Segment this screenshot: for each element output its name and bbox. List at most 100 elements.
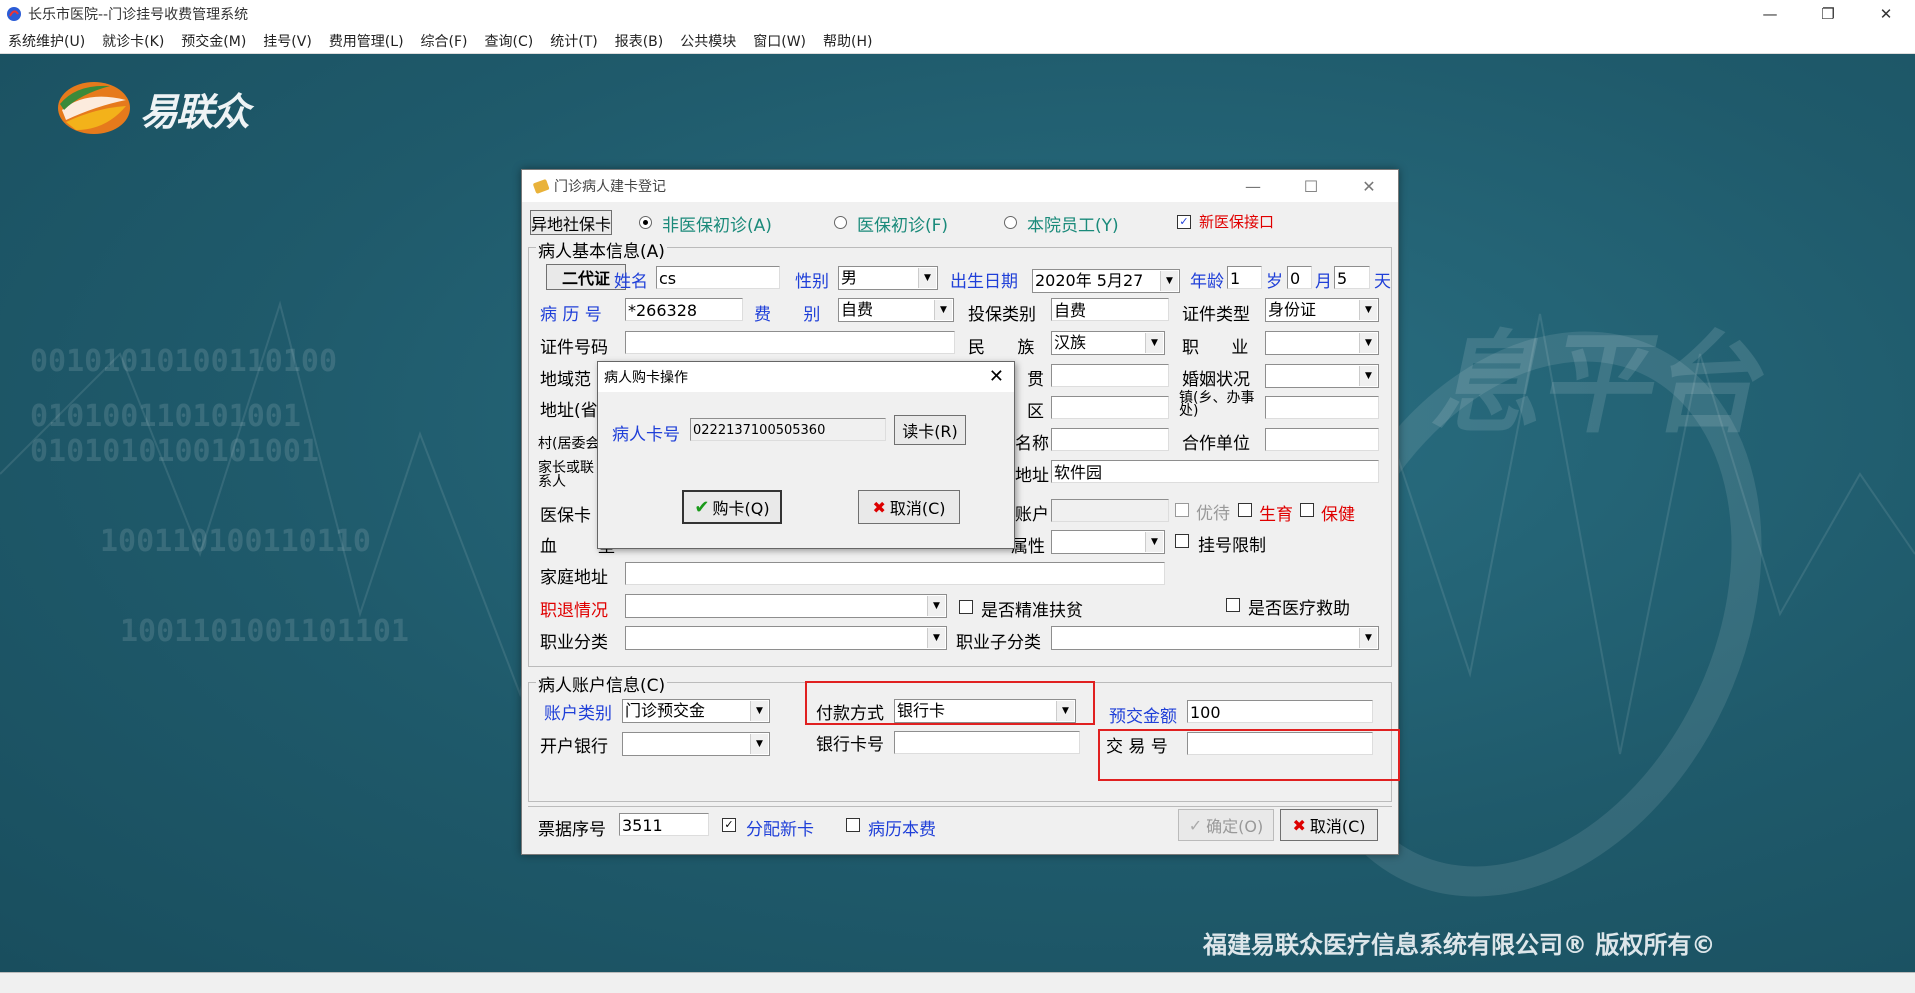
ins-type-input[interactable]: 自费 [1051,298,1169,321]
menu-report[interactable]: 报表(B) [607,31,673,51]
age-day-input[interactable]: 5 [1334,266,1370,289]
job-subclass-select[interactable]: ▼ [1051,626,1379,650]
bank-card-input[interactable] [894,731,1080,754]
buy-card-button[interactable]: ✔ 购卡(Q) [682,490,782,524]
menu-prepay[interactable]: 预交金(M) [173,31,255,51]
age-month-input[interactable]: 0 [1287,266,1312,289]
menu-general[interactable]: 综合(F) [413,31,477,51]
birth-checkbox[interactable] [1238,503,1252,517]
prepay-input[interactable]: 100 [1187,700,1373,723]
coop-label: 合作单位 [1182,434,1250,454]
bank-select[interactable]: ▼ [622,732,770,756]
district-input[interactable] [1051,396,1169,419]
menu-system[interactable]: 系统维护(U) [0,31,94,51]
chevron-down-icon: ▼ [1145,532,1163,552]
new-insurance-checkbox[interactable]: ✓ [1177,215,1191,229]
nation-select[interactable]: 汉族 ▼ [1051,331,1165,355]
fee-type-select[interactable]: 自费 ▼ [838,298,954,322]
account-type-select[interactable]: 门诊预交金 ▼ [622,699,770,723]
logo-text: 易联众 [140,91,250,134]
radio-staff-label: 本院员工(Y) [1027,216,1119,236]
name-input[interactable]: cs [656,266,780,289]
gender-select[interactable]: 男 ▼ [838,266,938,290]
radio-non-insured[interactable] [639,216,652,229]
card-no-input[interactable]: 0222137100505360 [690,418,886,441]
record-no-input[interactable]: *266328 [625,298,743,321]
job-subclass-label: 职业子分类 [956,633,1041,653]
restore-button[interactable]: ❐ [1799,0,1857,28]
buy-cancel-button[interactable]: ✖ 取消(C) [858,490,960,524]
dialog-titlebar: 门诊病人建卡登记 — ☐ ✕ [522,170,1398,202]
cancel-button[interactable]: ✖ 取消(C) [1280,809,1378,841]
region-label: 地域范 [540,370,591,390]
chevron-down-icon: ▼ [1145,333,1163,353]
buy-card-close-icon[interactable]: ✕ [989,366,1004,387]
record-fee-label: 病历本费 [868,820,936,840]
ok-button[interactable]: ✓ 确定(O) [1178,809,1274,841]
cert-type-select[interactable]: 身份证 ▼ [1265,298,1379,322]
dialog-icon [533,179,550,194]
care-checkbox[interactable] [1300,503,1314,517]
minimize-button[interactable]: — [1741,0,1799,28]
dialog-close-button[interactable]: ✕ [1340,170,1398,202]
buy-cancel-button-label: 取消(C) [889,499,946,518]
name2-input[interactable] [1051,428,1169,451]
buy-card-titlebar: 病人购卡操作 ✕ [598,362,1014,392]
check-icon: ✔ [694,496,710,518]
close-button[interactable]: ✕ [1857,0,1915,28]
home-addr-label: 家庭地址 [540,568,608,588]
job-select[interactable]: ▼ [1265,331,1379,355]
age-year-input[interactable]: 1 [1227,266,1262,289]
job-class-select[interactable]: ▼ [625,626,947,650]
menu-card[interactable]: 就诊卡(K) [94,31,173,51]
basic-info-title: 病人基本信息(A) [536,237,667,262]
marriage-select[interactable]: ▼ [1265,364,1379,388]
chevron-down-icon: ▼ [1359,366,1377,386]
menu-query[interactable]: 查询(C) [477,31,543,51]
cert-no-input[interactable] [625,331,955,354]
ins-card-label: 医保卡 [540,506,591,526]
menu-window[interactable]: 窗口(W) [745,31,815,51]
pay-method-select[interactable]: 银行卡 ▼ [894,699,1076,723]
reg-limit-checkbox[interactable] [1175,534,1189,548]
bank-card-label: 银行卡号 [816,735,884,755]
trade-no-input[interactable] [1187,732,1373,755]
ins-type-label: 投保类别 [968,305,1036,325]
addr2-label: 地址 [1015,466,1049,486]
menu-fee[interactable]: 费用管理(L) [321,31,413,51]
retire-select[interactable]: ▼ [625,594,947,618]
read-card-button[interactable]: 读卡(R) [894,415,966,445]
home-addr-input[interactable] [625,562,1165,585]
poverty-checkbox[interactable] [959,600,973,614]
attr-select[interactable]: ▼ [1051,530,1165,554]
dialog-minimize-button[interactable]: — [1224,170,1282,202]
record-fee-checkbox[interactable] [846,818,860,832]
priority-label: 优待 [1196,504,1230,524]
addr2-input[interactable]: 软件园 [1051,460,1379,483]
town-label: 镇(乡、办事处) [1179,390,1255,419]
native-input[interactable] [1051,364,1169,387]
receipt-no-input[interactable]: 3511 [619,813,709,836]
menu-stats[interactable]: 统计(T) [542,31,606,51]
coop-input[interactable] [1265,428,1379,451]
medical-aid-checkbox[interactable] [1226,598,1240,612]
radio-staff[interactable] [1004,216,1017,229]
priority-checkbox[interactable] [1175,503,1189,517]
chevron-down-icon: ▼ [918,268,936,288]
birth-date-picker[interactable]: 2020年 5月27 ▼ [1032,269,1180,293]
radio-insured[interactable] [834,216,847,229]
menu-help[interactable]: 帮助(H) [815,31,881,51]
menu-register[interactable]: 挂号(V) [255,31,321,51]
offsite-card-button[interactable]: 异地社保卡 [530,210,612,235]
account-input[interactable] [1051,499,1169,522]
town-input[interactable] [1265,396,1379,419]
copyright-text: 福建易联众医疗信息系统有限公司® 版权所有© [1203,931,1716,959]
menu-public[interactable]: 公共模块 [672,31,745,51]
attr-label: 属性 [1011,537,1045,557]
dialog-maximize-button[interactable]: ☐ [1282,170,1340,202]
village-label: 村(居委会 [538,436,600,452]
assign-card-checkbox[interactable]: ✓ [722,818,736,832]
chevron-down-icon: ▼ [934,300,952,320]
check-icon: ✓ [1188,815,1203,835]
pay-method-label: 付款方式 [816,704,884,724]
